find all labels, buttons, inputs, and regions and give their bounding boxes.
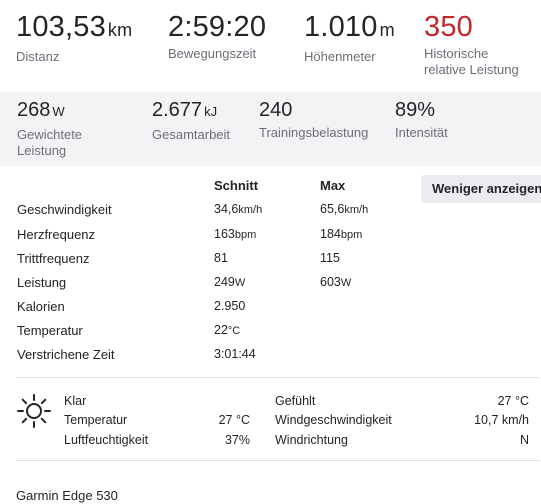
device-name: Garmin Edge 530 [16, 488, 118, 503]
weather-temp-label: Temperatur [64, 413, 128, 427]
row-label-calories: Kalorien [17, 299, 65, 314]
temperature-avg: 22°C [214, 323, 241, 337]
intensity-value: 89% [395, 99, 436, 121]
sun-icon [17, 394, 51, 428]
weather-feels-label: Gefühlt [275, 394, 316, 408]
weather-wind-speed-value: 10,7 km/h [474, 413, 529, 427]
distance-value: 103,53 [16, 11, 106, 43]
total-work-value: 2.677 [152, 99, 203, 121]
weather-divider-top [16, 377, 540, 378]
weighted-power-label-line1: Gewichtete [17, 127, 83, 142]
stat-relative-effort[interactable]: 350 Historische relative Leistung [424, 12, 519, 78]
total-work-unit: kJ [204, 104, 218, 119]
stat-intensity: 89% Intensität [395, 99, 448, 141]
weather-divider-bottom [16, 460, 540, 461]
power-avg: 249W [214, 275, 246, 289]
speed-max: 65,6km/h [320, 202, 369, 216]
relative-effort-label-line2: relative Leistung [424, 62, 519, 77]
elevation-label: Höhenmeter [304, 49, 376, 64]
row-label-temperature: Temperatur [17, 323, 83, 338]
heart-rate-max: 184bpm [320, 227, 363, 241]
relative-effort-value: 350 [424, 11, 473, 43]
row-label-heart-rate: Herzfrequenz [17, 227, 96, 242]
heart-rate-avg: 163bpm [214, 227, 257, 241]
weighted-power-label-line2: Leistung [17, 143, 67, 158]
stat-distance: 103,53 km Distanz [16, 12, 132, 65]
stat-weighted-power: 268 W Gewichtete Leistung [17, 99, 82, 159]
distance-unit: km [107, 20, 133, 40]
stat-elevation: 1.010 m Höhenmeter [304, 12, 395, 65]
row-label-speed: Geschwindigkeit [17, 202, 112, 217]
weighted-power-unit: W [52, 104, 65, 119]
training-load-label: Trainingsbelastung [259, 125, 369, 140]
weather-humidity-value: 37% [224, 433, 250, 447]
cadence-avg: 81 [214, 251, 228, 265]
power-max: 603W [320, 275, 352, 289]
weighted-power-value: 268 [17, 99, 51, 121]
elevation-unit: m [379, 20, 395, 40]
weather-humidity-label: Luftfeuchtigkeit [64, 433, 149, 447]
stat-training-load: 240 Trainingsbelastung [259, 99, 368, 141]
weather-wind-dir-label: Windrichtung [275, 433, 348, 447]
total-work-label: Gesamtarbeit [152, 127, 231, 142]
moving-time-value: 2:59:20 [168, 11, 267, 43]
weather-wind-speed-label: Windgeschwindigkeit [275, 413, 392, 427]
weather-wind-dir-value: N [519, 433, 529, 447]
relative-effort-label-line1: Historische [424, 46, 489, 61]
training-load-value: 240 [259, 99, 293, 121]
stat-moving-time: 2:59:20 Bewegungszeit [168, 12, 266, 62]
moving-time-label: Bewegungszeit [168, 46, 257, 61]
weather-temp-value: 27 °C [218, 413, 250, 427]
calories-avg: 2.950 [214, 299, 246, 313]
column-header-avg: Schnitt [214, 178, 259, 193]
show-less-button[interactable]: Weniger anzeigen [421, 175, 541, 203]
elevation-value: 1.010 [304, 11, 378, 43]
row-label-power: Leistung [17, 275, 67, 290]
distance-label: Distanz [16, 49, 60, 64]
speed-avg: 34,6km/h [214, 202, 263, 216]
row-label-cadence: Trittfrequenz [17, 251, 90, 266]
stat-total-work: 2.677 kJ Gesamtarbeit [152, 99, 230, 143]
column-header-max: Max [320, 178, 346, 193]
weather-feels-value: 27 °C [497, 394, 529, 408]
elapsed-time-avg: 3:01:44 [214, 347, 256, 361]
intensity-label: Intensität [395, 125, 448, 140]
row-label-elapsed-time: Verstrichene Zeit [17, 347, 115, 362]
cadence-max: 115 [320, 251, 340, 265]
weather-condition: Klar [64, 394, 87, 408]
